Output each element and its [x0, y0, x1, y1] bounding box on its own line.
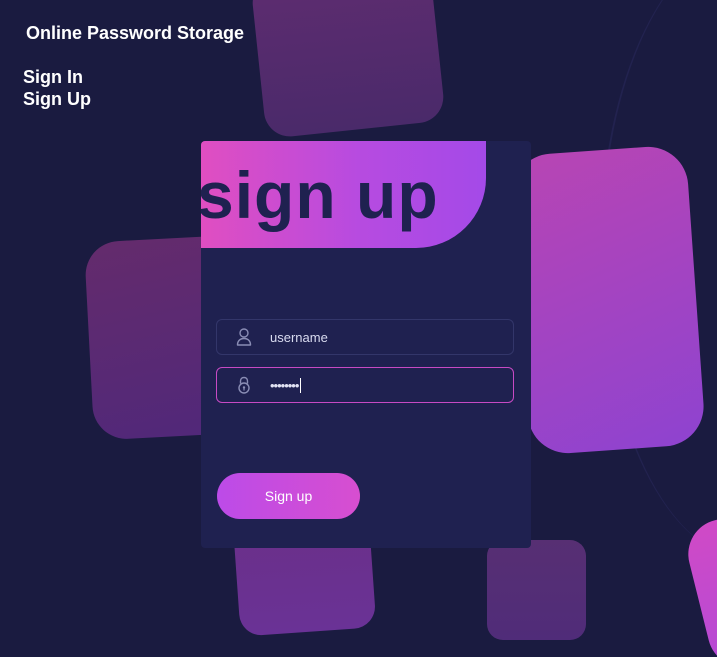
password-input[interactable]: •••••••• — [270, 377, 302, 393]
background-shape — [487, 540, 586, 640]
lock-icon — [234, 375, 254, 395]
signup-card: sign up •••••••• — [201, 141, 531, 548]
form-heading: sign up — [201, 158, 439, 232]
sign-up-button[interactable]: Sign up — [217, 473, 360, 519]
main-nav: Sign In Sign Up — [23, 66, 91, 110]
app-title: Online Password Storage — [26, 23, 245, 43]
password-value: •••••••• — [270, 377, 299, 393]
username-input[interactable] — [270, 329, 490, 345]
text-cursor — [300, 377, 302, 393]
user-icon — [234, 327, 254, 347]
password-field[interactable]: •••••••• — [216, 367, 514, 403]
background-shape — [250, 0, 446, 139]
background-shape — [509, 144, 707, 456]
background-shape — [680, 511, 717, 657]
nav-link-sign-in[interactable]: Sign In — [23, 66, 91, 88]
nav-link-sign-up[interactable]: Sign Up — [23, 88, 91, 110]
card-banner: sign up — [201, 141, 486, 248]
username-field[interactable] — [216, 319, 514, 355]
page: Online Password Storage Sign In Sign Up … — [0, 0, 717, 657]
